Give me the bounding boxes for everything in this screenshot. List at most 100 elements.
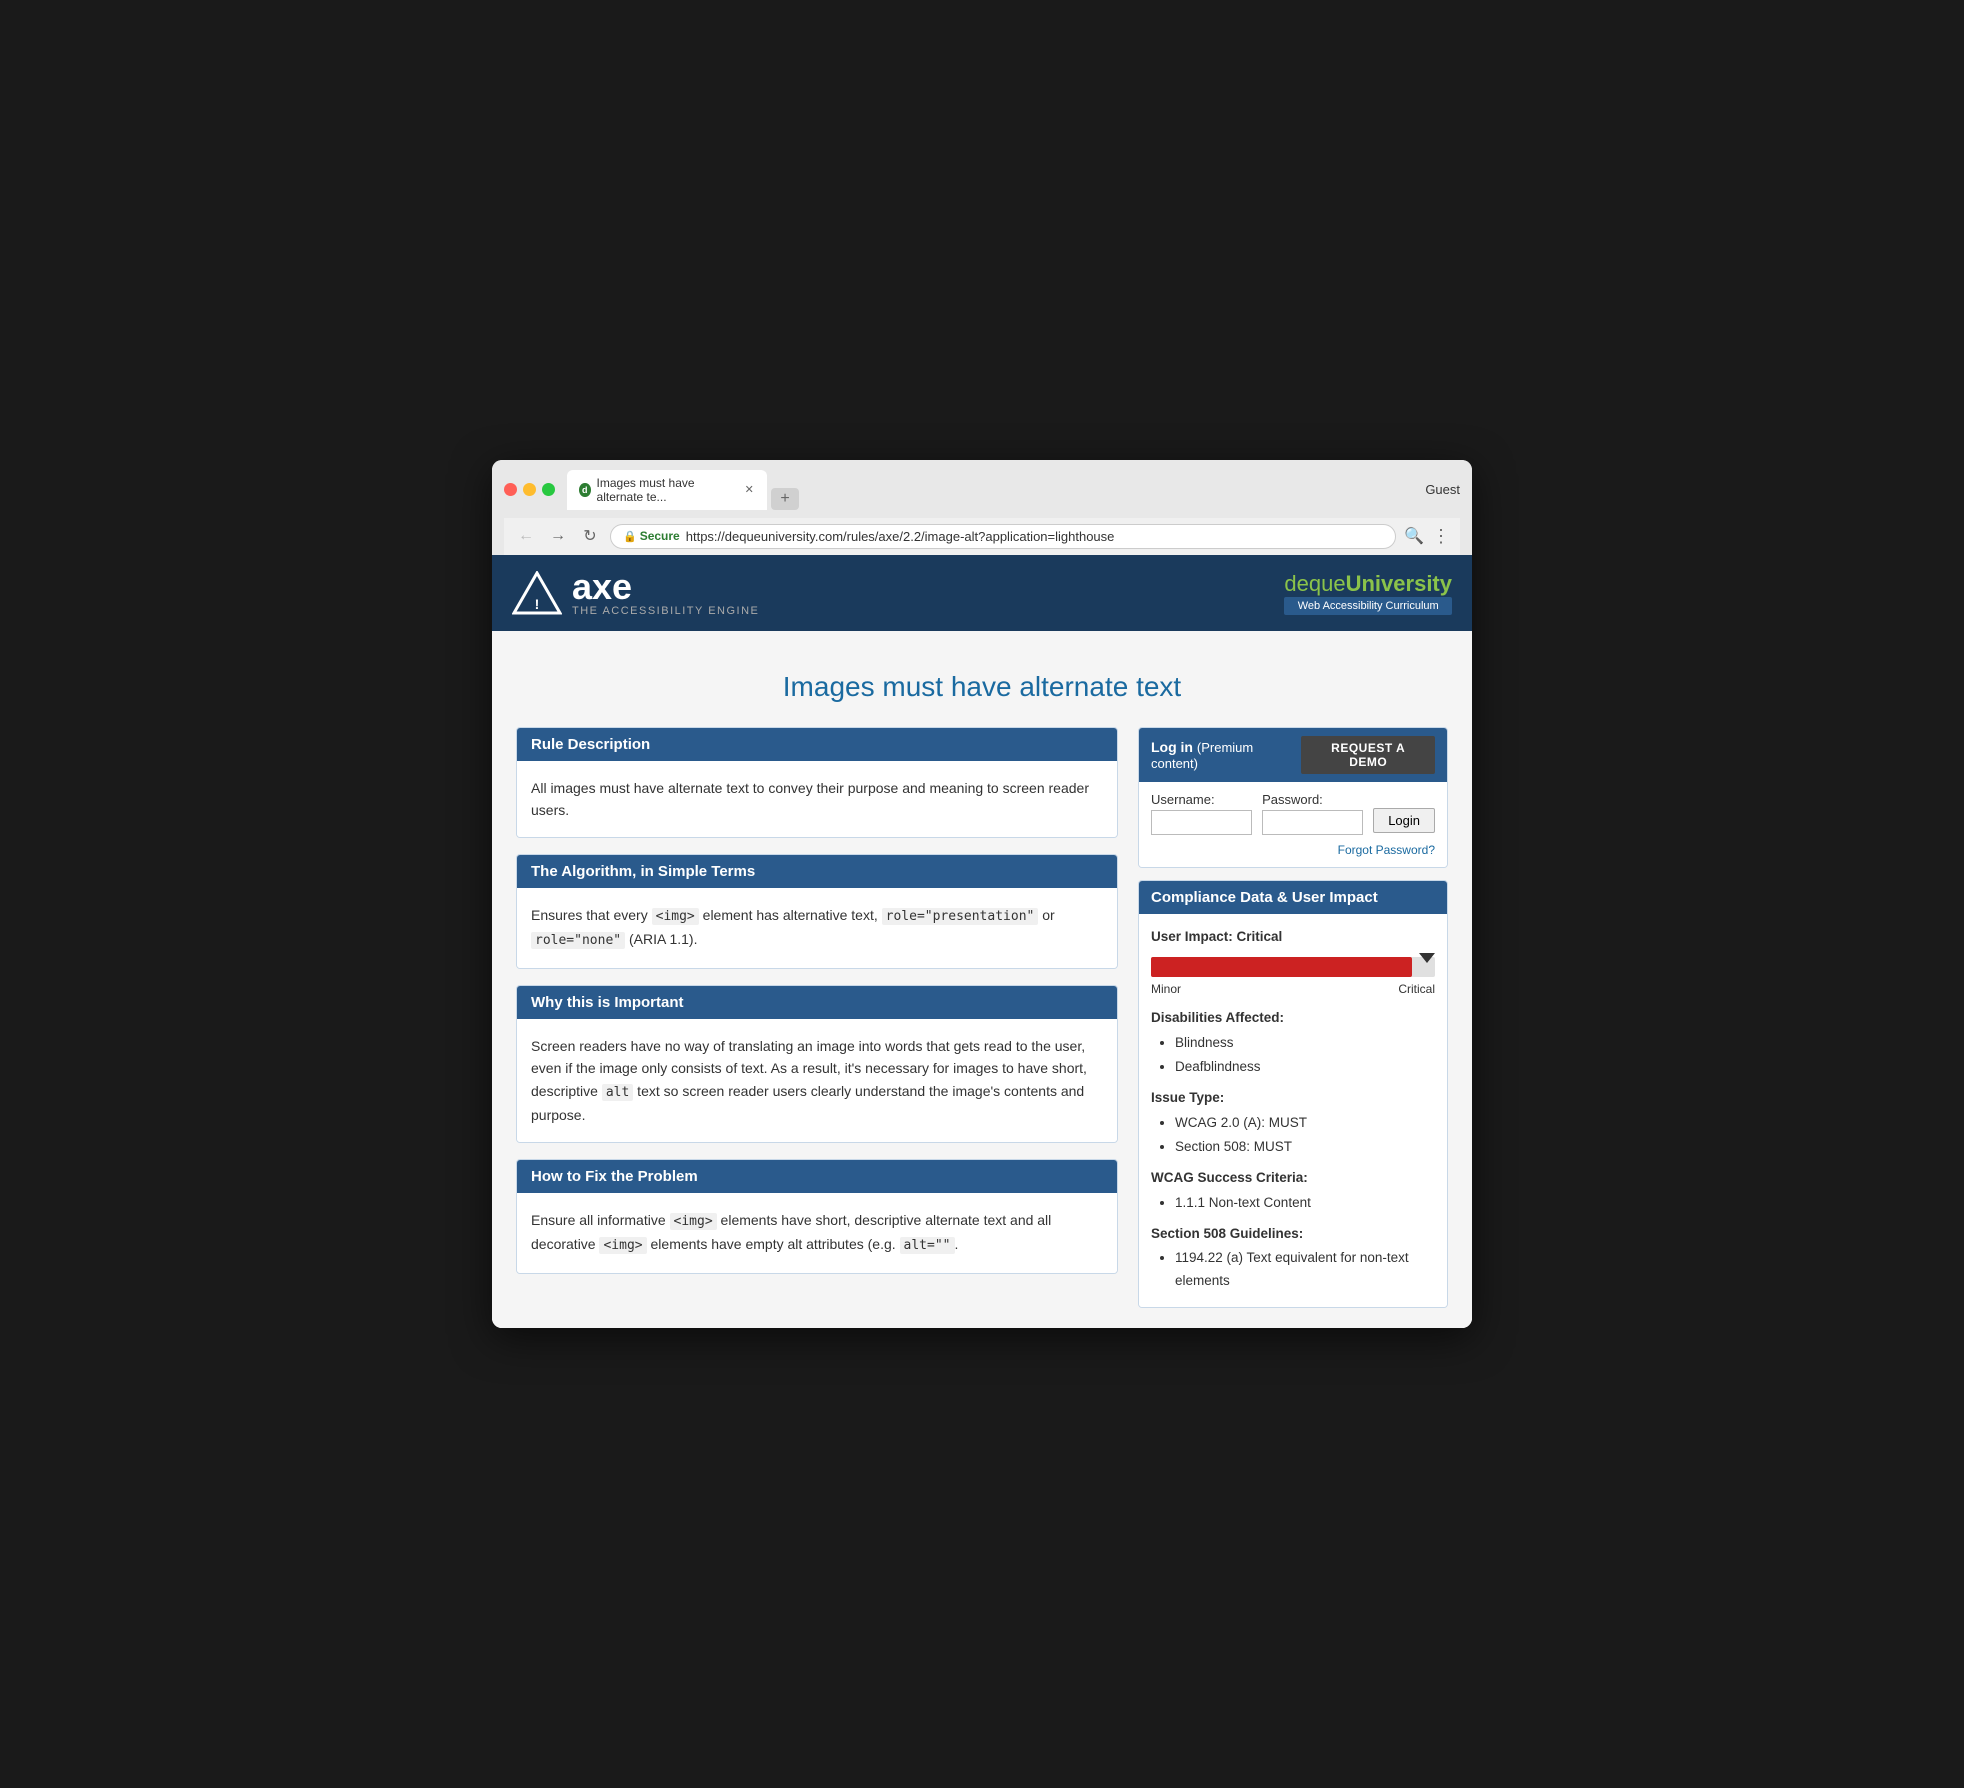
- page-content: ! axe THE ACCESSIBILITY ENGINE dequeUniv…: [492, 555, 1472, 1329]
- password-field: Password:: [1262, 792, 1363, 835]
- list-item: Section 508: MUST: [1175, 1136, 1435, 1159]
- algorithm-body: Ensures that every <img> element has alt…: [517, 888, 1117, 968]
- how-to-fix-body: Ensure all informative <img> elements ha…: [517, 1193, 1117, 1273]
- address-bar[interactable]: 🔒 Secure https://dequeuniversity.com/rul…: [610, 524, 1396, 549]
- algorithm-text-mid: element has alternative text,: [699, 907, 882, 923]
- guest-label: Guest: [1425, 482, 1460, 497]
- browser-addressbar: ← → ↻ 🔒 Secure https://dequeuniversity.c…: [504, 518, 1460, 555]
- how-to-fix-mid2: elements have empty alt attributes (e.g.: [647, 1236, 900, 1252]
- algorithm-card: The Algorithm, in Simple Terms Ensures t…: [516, 854, 1118, 969]
- rule-description-card: Rule Description All images must have al…: [516, 727, 1118, 839]
- compliance-body: User Impact: Critical Minor Critical: [1139, 914, 1447, 1308]
- how-to-fix-header: How to Fix the Problem: [517, 1160, 1117, 1193]
- deque-name-first: deque: [1284, 571, 1345, 596]
- how-to-fix-code3: alt="": [900, 1237, 955, 1254]
- algorithm-code1: <img>: [652, 908, 699, 925]
- browser-chrome: d Images must have alternate te... ✕ + G…: [492, 460, 1472, 555]
- wcag-list: 1.1.1 Non-text Content: [1151, 1192, 1435, 1215]
- axe-tagline: THE ACCESSIBILITY ENGINE: [572, 605, 759, 617]
- how-to-fix-code2: <img>: [599, 1237, 646, 1254]
- forgot-password-row: Forgot Password?: [1151, 841, 1435, 857]
- back-button[interactable]: ←: [514, 524, 538, 548]
- traffic-lights: [504, 483, 555, 496]
- compliance-header: Compliance Data & User Impact: [1139, 881, 1447, 914]
- forgot-password-link[interactable]: Forgot Password?: [1338, 843, 1435, 857]
- maximize-button[interactable]: [542, 483, 555, 496]
- login-fields: Username: Password: Login: [1151, 792, 1435, 835]
- tab-favicon: d: [579, 483, 591, 497]
- new-tab-button[interactable]: +: [771, 488, 799, 510]
- lock-icon: 🔒: [623, 530, 637, 543]
- issue-type-label: Issue Type:: [1151, 1087, 1435, 1110]
- impact-bar-container: Minor Critical: [1151, 957, 1435, 999]
- algorithm-code3: role="none": [531, 932, 625, 949]
- url-text: https://dequeuniversity.com/rules/axe/2.…: [686, 529, 1115, 544]
- axe-wordmark: axe THE ACCESSIBILITY ENGINE: [572, 569, 759, 617]
- list-item: 1194.22 (a) Text equivalent for non-text…: [1175, 1247, 1435, 1293]
- why-important-body: Screen readers have no way of translatin…: [517, 1019, 1117, 1142]
- deque-university-name: dequeUniversity: [1284, 571, 1452, 597]
- axe-text: axe: [572, 569, 759, 605]
- login-header: Log in (Premium content) REQUEST A DEMO: [1139, 728, 1447, 782]
- deque-logo: dequeUniversity Web Accessibility Curric…: [1284, 571, 1452, 615]
- request-demo-button[interactable]: REQUEST A DEMO: [1301, 736, 1435, 774]
- impact-bar-fill: [1151, 957, 1412, 977]
- section508-list: 1194.22 (a) Text equivalent for non-text…: [1151, 1247, 1435, 1293]
- disabilities-list: Blindness Deafblindness: [1151, 1032, 1435, 1079]
- right-column: Log in (Premium content) REQUEST A DEMO …: [1138, 727, 1448, 1309]
- how-to-fix-card: How to Fix the Problem Ensure all inform…: [516, 1159, 1118, 1274]
- axe-logo: ! axe THE ACCESSIBILITY ENGINE: [512, 569, 759, 617]
- algorithm-text-pre: Ensures that every: [531, 907, 652, 923]
- left-column: Rule Description All images must have al…: [516, 727, 1118, 1274]
- username-input[interactable]: [1151, 810, 1252, 835]
- username-label: Username:: [1151, 792, 1252, 807]
- page-title-area: Images must have alternate text: [516, 651, 1448, 727]
- page-title: Images must have alternate text: [516, 671, 1448, 703]
- section508-label: Section 508 Guidelines:: [1151, 1223, 1435, 1246]
- browser-tab-active[interactable]: d Images must have alternate te... ✕: [567, 470, 767, 510]
- deque-name-second: University: [1346, 571, 1452, 596]
- impact-labels: Minor Critical: [1151, 979, 1435, 999]
- reload-button[interactable]: ↻: [578, 524, 602, 548]
- minimize-button[interactable]: [523, 483, 536, 496]
- list-item: Deafblindness: [1175, 1056, 1435, 1079]
- how-to-fix-code1: <img>: [670, 1213, 717, 1230]
- algorithm-text-post: (ARIA 1.1).: [625, 931, 697, 947]
- username-field: Username:: [1151, 792, 1252, 835]
- how-to-fix-post: .: [955, 1236, 959, 1252]
- impact-minor-label: Minor: [1151, 979, 1181, 999]
- rule-description-text: All images must have alternate text to c…: [531, 780, 1089, 818]
- tab-close-button[interactable]: ✕: [743, 483, 755, 497]
- login-panel: Log in (Premium content) REQUEST A DEMO …: [1138, 727, 1448, 868]
- impact-indicator-icon: [1419, 953, 1435, 963]
- issue-type-list: WCAG 2.0 (A): MUST Section 508: MUST: [1151, 1112, 1435, 1159]
- close-button[interactable]: [504, 483, 517, 496]
- wcag-label: WCAG Success Criteria:: [1151, 1167, 1435, 1190]
- search-button[interactable]: 🔍: [1404, 526, 1424, 546]
- algorithm-header: The Algorithm, in Simple Terms: [517, 855, 1117, 888]
- list-item: WCAG 2.0 (A): MUST: [1175, 1112, 1435, 1135]
- forward-button[interactable]: →: [546, 524, 570, 548]
- impact-bar-track: [1151, 957, 1435, 977]
- algorithm-text-mid2: or: [1038, 907, 1054, 923]
- login-button[interactable]: Login: [1373, 808, 1435, 833]
- axe-triangle-icon: !: [512, 571, 562, 615]
- menu-button[interactable]: ⋮: [1432, 526, 1450, 547]
- log-in-label: Log in: [1151, 739, 1193, 755]
- why-important-header: Why this is Important: [517, 986, 1117, 1019]
- site-header: ! axe THE ACCESSIBILITY ENGINE dequeUniv…: [492, 555, 1472, 631]
- compliance-panel: Compliance Data & User Impact User Impac…: [1138, 880, 1448, 1309]
- password-input[interactable]: [1262, 810, 1363, 835]
- rule-description-header: Rule Description: [517, 728, 1117, 761]
- tab-title: Images must have alternate te...: [597, 476, 738, 504]
- login-title: Log in (Premium content): [1151, 739, 1301, 771]
- password-label: Password:: [1262, 792, 1363, 807]
- rule-description-body: All images must have alternate text to c…: [517, 761, 1117, 838]
- algorithm-code2: role="presentation": [882, 908, 1039, 925]
- impact-critical-label: Critical: [1398, 979, 1435, 999]
- user-impact-label: User Impact: Critical: [1151, 926, 1435, 949]
- browser-titlebar: d Images must have alternate te... ✕ + G…: [504, 470, 1460, 510]
- secure-label: Secure: [640, 529, 680, 543]
- disabilities-label: Disabilities Affected:: [1151, 1007, 1435, 1030]
- svg-text:!: !: [535, 596, 540, 612]
